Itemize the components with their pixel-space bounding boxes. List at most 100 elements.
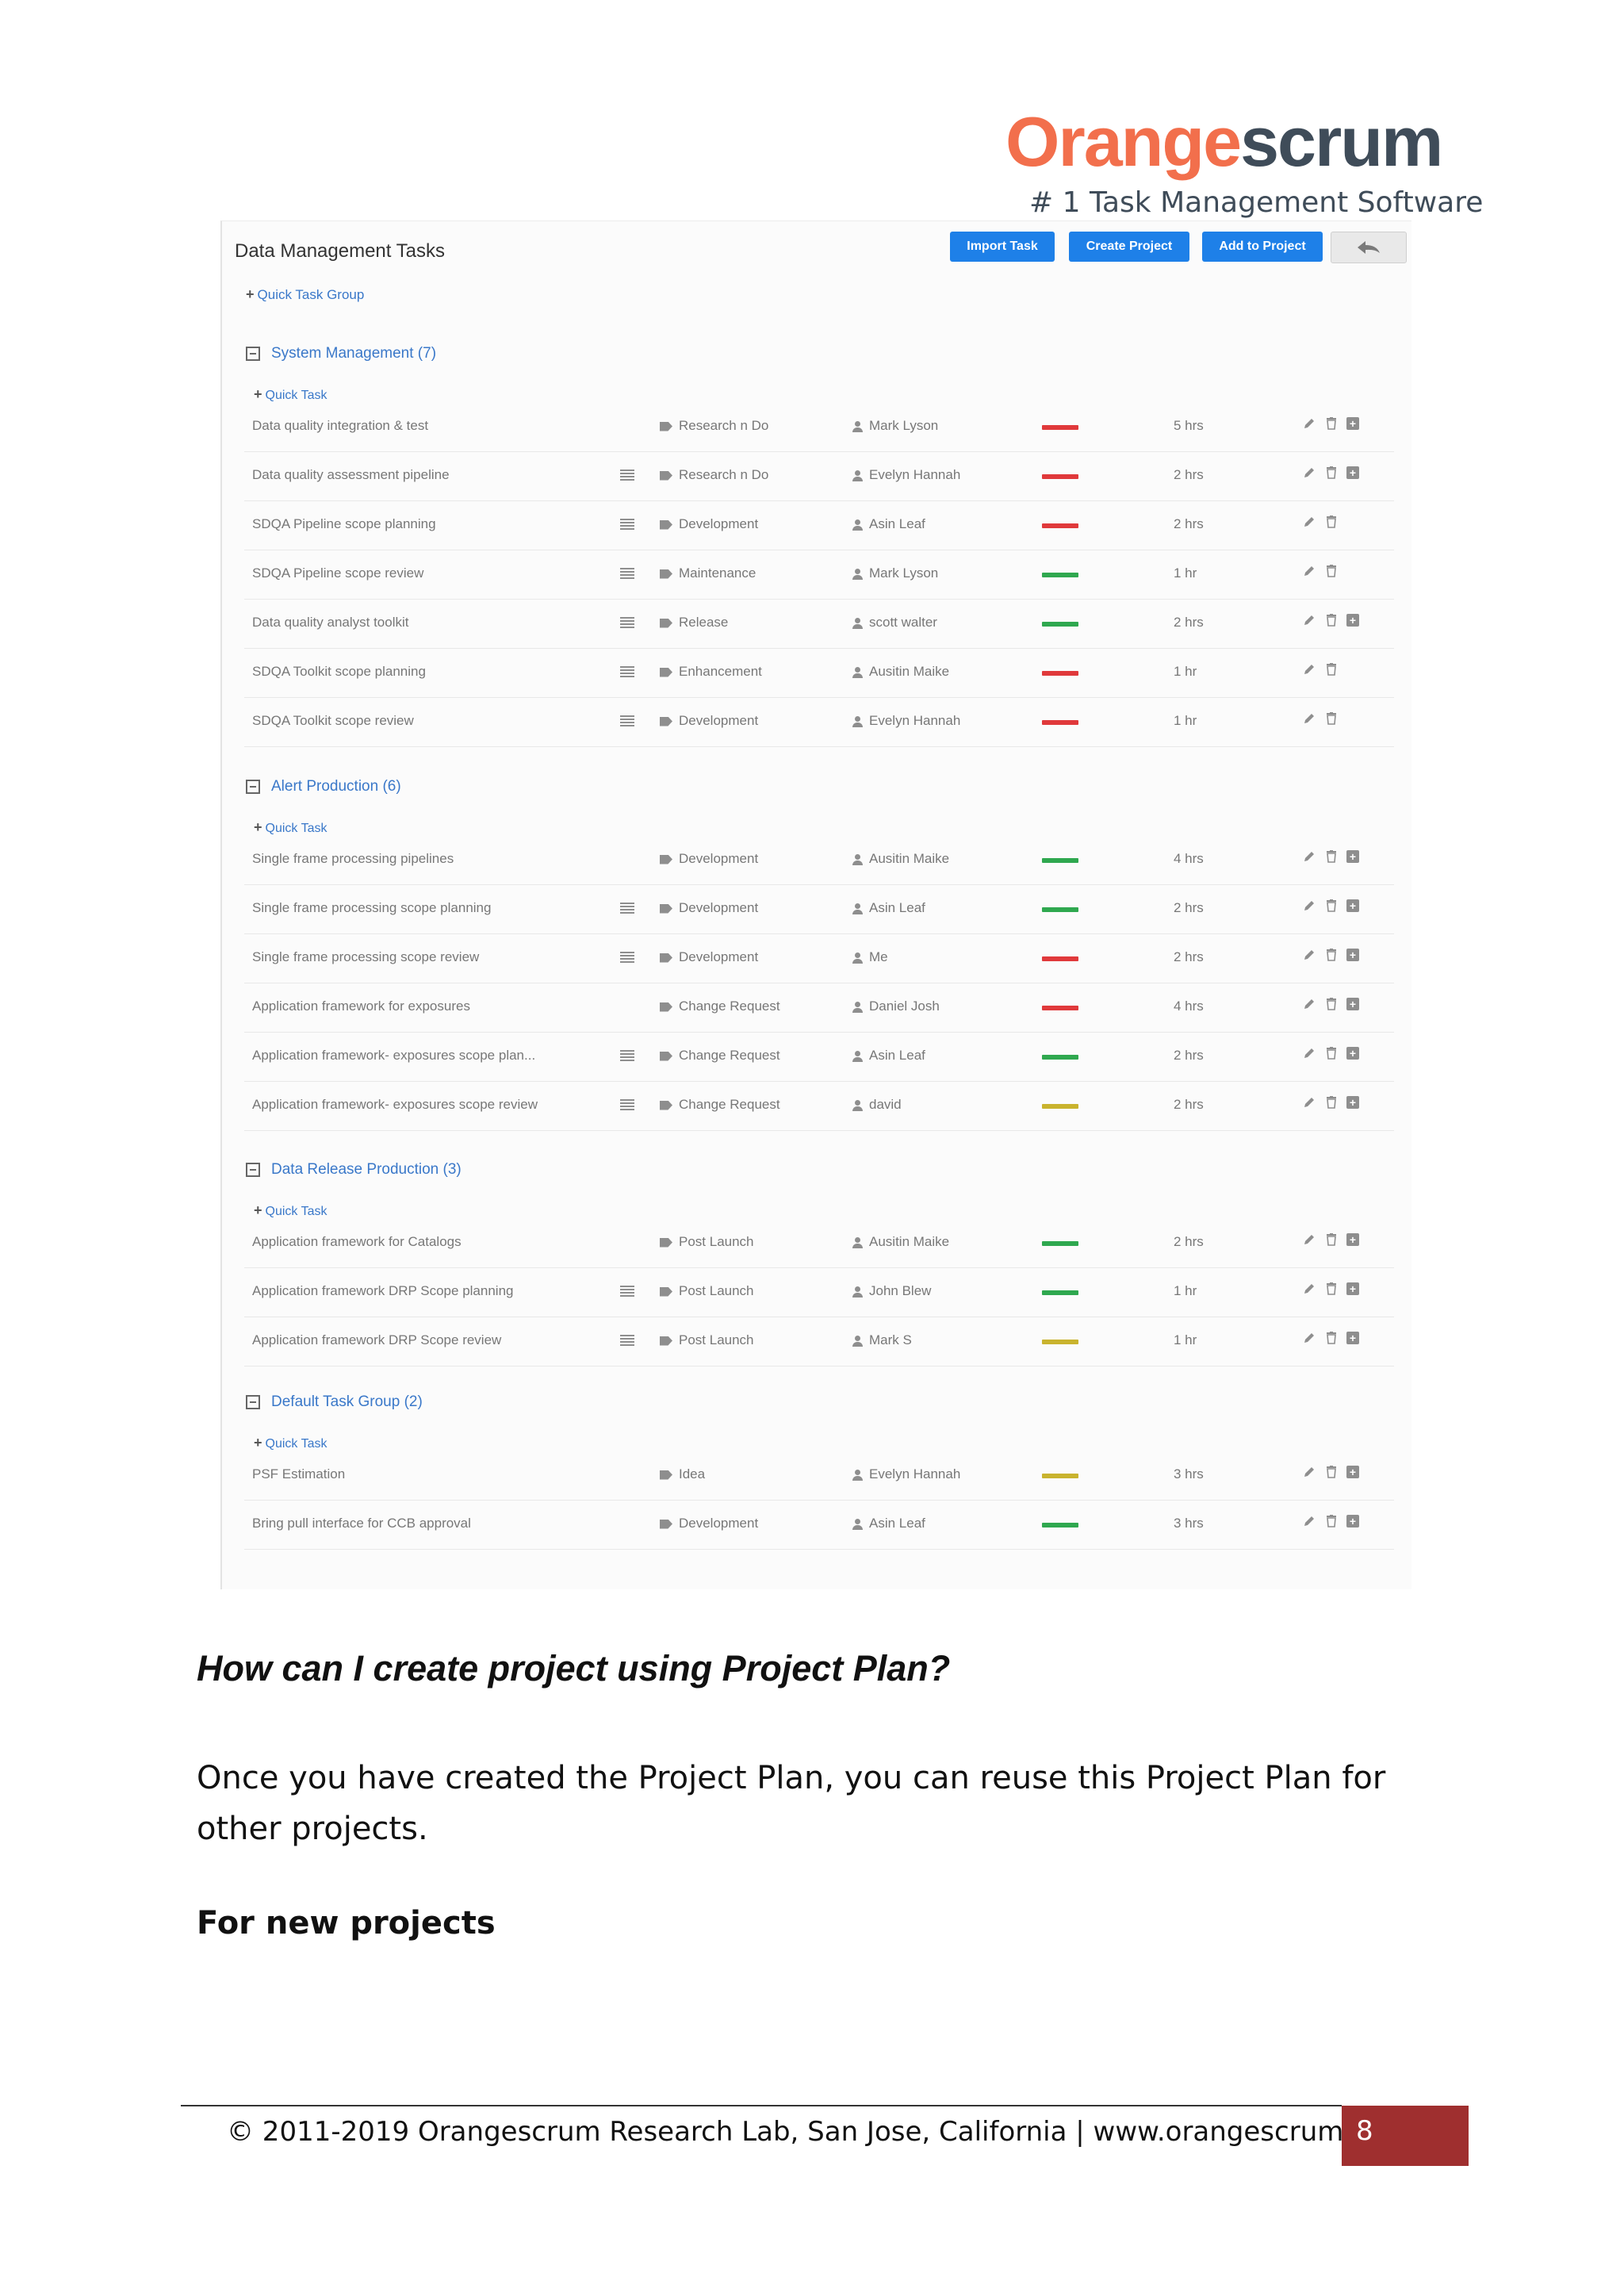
trash-icon[interactable]: [1324, 614, 1339, 628]
task-name[interactable]: Application framework for exposures: [252, 999, 470, 1014]
task-name[interactable]: Data quality integration & test: [252, 418, 428, 434]
task-group-header[interactable]: Default Task Group (2): [246, 1393, 423, 1411]
task-row[interactable]: Single frame processing pipelines Develop…: [244, 835, 1394, 885]
task-row[interactable]: Data quality integration & test Research …: [244, 402, 1394, 452]
task-name[interactable]: Single frame processing scope planning: [252, 900, 491, 916]
task-name[interactable]: Bring pull interface for CCB approval: [252, 1516, 471, 1531]
edit-icon[interactable]: [1302, 663, 1316, 677]
task-row[interactable]: Single frame processing scope planning De…: [244, 884, 1394, 934]
trash-icon[interactable]: [1324, 565, 1339, 579]
trash-icon[interactable]: [1324, 663, 1339, 677]
edit-icon[interactable]: [1302, 516, 1316, 530]
trash-icon[interactable]: [1324, 949, 1339, 963]
add-icon[interactable]: +: [1346, 1096, 1359, 1109]
quick-task-link[interactable]: + Quick Task: [254, 1435, 327, 1451]
trash-icon[interactable]: [1324, 850, 1339, 864]
task-name[interactable]: Single frame processing pipelines: [252, 851, 454, 867]
edit-icon[interactable]: [1302, 565, 1316, 579]
add-icon[interactable]: +: [1346, 466, 1359, 479]
edit-icon[interactable]: [1302, 712, 1316, 726]
trash-icon[interactable]: [1324, 466, 1339, 481]
add-icon[interactable]: +: [1346, 1332, 1359, 1344]
add-icon[interactable]: +: [1346, 949, 1359, 961]
task-row[interactable]: Application framework- exposures scope p…: [244, 1032, 1394, 1082]
trash-icon[interactable]: [1324, 1047, 1339, 1061]
task-name[interactable]: Single frame processing scope review: [252, 949, 479, 965]
task-name[interactable]: Application framework for Catalogs: [252, 1234, 462, 1250]
task-group-title[interactable]: System Management (7): [271, 345, 436, 362]
task-name[interactable]: SDQA Pipeline scope planning: [252, 516, 436, 532]
quick-task-link[interactable]: + Quick Task: [254, 1202, 327, 1219]
task-row[interactable]: SDQA Toolkit scope planning Enhancement Au…: [244, 648, 1394, 698]
task-group-header[interactable]: Alert Production (6): [246, 778, 401, 795]
edit-icon[interactable]: [1302, 949, 1316, 963]
edit-icon[interactable]: [1302, 899, 1316, 914]
add-to-project-button[interactable]: Add to Project: [1202, 232, 1323, 262]
create-project-button[interactable]: Create Project: [1069, 232, 1189, 262]
add-icon[interactable]: +: [1346, 1047, 1359, 1060]
trash-icon[interactable]: [1324, 998, 1339, 1012]
quick-task-link[interactable]: + Quick Task: [254, 386, 327, 403]
trash-icon[interactable]: [1324, 712, 1339, 726]
trash-icon[interactable]: [1324, 1515, 1339, 1529]
add-icon[interactable]: +: [1346, 998, 1359, 1010]
trash-icon[interactable]: [1324, 1096, 1339, 1110]
task-row[interactable]: Data quality assessment pipeline Research…: [244, 451, 1394, 501]
task-name[interactable]: Data quality analyst toolkit: [252, 615, 409, 631]
trash-icon[interactable]: [1324, 1332, 1339, 1346]
task-group-title[interactable]: Data Release Production (3): [271, 1161, 462, 1179]
task-name[interactable]: Application framework DRP Scope review: [252, 1332, 501, 1348]
collapse-icon[interactable]: [246, 1395, 260, 1409]
edit-icon[interactable]: [1302, 850, 1316, 864]
add-icon[interactable]: +: [1346, 614, 1359, 627]
task-group-header[interactable]: Data Release Production (3): [246, 1161, 462, 1179]
task-row[interactable]: Application framework- exposures scope r…: [244, 1081, 1394, 1131]
edit-icon[interactable]: [1302, 1332, 1316, 1346]
add-icon[interactable]: +: [1346, 899, 1359, 912]
task-row[interactable]: PSF Estimation Idea Evelyn Hannah 3 hrs +: [244, 1451, 1394, 1501]
edit-icon[interactable]: [1302, 1233, 1316, 1248]
collapse-icon[interactable]: [246, 780, 260, 794]
edit-icon[interactable]: [1302, 614, 1316, 628]
task-name[interactable]: SDQA Toolkit scope planning: [252, 664, 426, 680]
edit-icon[interactable]: [1302, 1466, 1316, 1480]
task-name[interactable]: SDQA Pipeline scope review: [252, 565, 423, 581]
edit-icon[interactable]: [1302, 1047, 1316, 1061]
trash-icon[interactable]: [1324, 899, 1339, 914]
edit-icon[interactable]: [1302, 1096, 1316, 1110]
task-name[interactable]: PSF Estimation: [252, 1466, 345, 1482]
trash-icon[interactable]: [1324, 1466, 1339, 1480]
task-group-title[interactable]: Alert Production (6): [271, 778, 401, 795]
trash-icon[interactable]: [1324, 417, 1339, 431]
quick-task-group-link[interactable]: + Quick Task Group: [246, 286, 364, 303]
task-row[interactable]: SDQA Pipeline scope planning Development A…: [244, 500, 1394, 550]
task-row[interactable]: Application framework DRP Scope review Po…: [244, 1317, 1394, 1366]
task-name[interactable]: SDQA Toolkit scope review: [252, 713, 414, 729]
import-task-button[interactable]: Import Task: [950, 232, 1055, 262]
task-row[interactable]: Single frame processing scope review Deve…: [244, 933, 1394, 983]
edit-icon[interactable]: [1302, 1515, 1316, 1529]
collapse-icon[interactable]: [246, 1163, 260, 1177]
task-row[interactable]: Application framework for exposures Chang…: [244, 983, 1394, 1033]
task-name[interactable]: Application framework- exposures scope p…: [252, 1048, 535, 1064]
trash-icon[interactable]: [1324, 516, 1339, 530]
trash-icon[interactable]: [1324, 1233, 1339, 1248]
task-group-title[interactable]: Default Task Group (2): [271, 1393, 423, 1411]
task-row[interactable]: Data quality analyst toolkit Release scott…: [244, 599, 1394, 649]
collapse-icon[interactable]: [246, 347, 260, 361]
task-group-header[interactable]: System Management (7): [246, 345, 436, 362]
task-row[interactable]: Bring pull interface for CCB approval Dev…: [244, 1500, 1394, 1550]
add-icon[interactable]: +: [1346, 417, 1359, 430]
back-button[interactable]: [1331, 232, 1407, 263]
task-name[interactable]: Application framework- exposures scope r…: [252, 1097, 538, 1113]
edit-icon[interactable]: [1302, 998, 1316, 1012]
task-row[interactable]: SDQA Toolkit scope review Development Evel…: [244, 697, 1394, 747]
edit-icon[interactable]: [1302, 466, 1316, 481]
add-icon[interactable]: +: [1346, 1282, 1359, 1295]
task-row[interactable]: Application framework for Catalogs Post L…: [244, 1218, 1394, 1268]
task-row[interactable]: SDQA Pipeline scope review Maintenance Mar…: [244, 550, 1394, 600]
task-name[interactable]: Data quality assessment pipeline: [252, 467, 450, 483]
add-icon[interactable]: +: [1346, 850, 1359, 863]
add-icon[interactable]: +: [1346, 1233, 1359, 1246]
task-row[interactable]: Application framework DRP Scope planning…: [244, 1267, 1394, 1317]
